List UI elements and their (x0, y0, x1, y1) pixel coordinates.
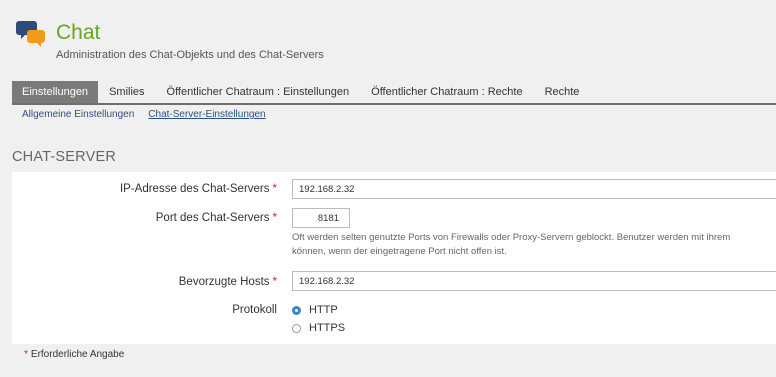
subtab-general-settings[interactable]: Allgemeine Einstellungen (22, 109, 134, 120)
sub-tabs: Allgemeine Einstellungen Chat-Server-Ein… (22, 109, 266, 120)
hosts-label: Bevorzugte Hosts * (179, 276, 277, 288)
ip-label: IP-Adresse des Chat-Servers * (120, 183, 277, 195)
tab-public-room-rights[interactable]: Öffentlicher Chatraum : Rechte (360, 81, 533, 103)
radio-https-label: HTTPS (309, 322, 346, 334)
tab-public-room-settings[interactable]: Öffentlicher Chatraum : Einstellungen (156, 81, 361, 103)
page-title: Chat (56, 21, 101, 44)
required-marker: * (272, 276, 277, 288)
radio-https-control[interactable] (292, 323, 301, 333)
subtab-chat-server-settings[interactable]: Chat-Server-Einstellungen (148, 109, 265, 120)
required-footnote-text: Erforderliche Angabe (30, 349, 125, 360)
chat-server-form: IP-Adresse des Chat-Servers* Port des Ch… (12, 172, 776, 344)
required-footnote: * Erforderliche Angabe (24, 349, 124, 360)
page-header: Chat Administration des Chat-Objekts und… (0, 0, 776, 80)
tab-rechte[interactable]: Rechte (534, 81, 591, 103)
port-hint-line-2: können, wenn der eingetragene Port nicht… (292, 246, 507, 257)
chat-bubbles-icon (16, 21, 45, 47)
port-label: Port des Chat-Servers * (156, 212, 277, 224)
port-input[interactable] (292, 208, 350, 228)
ip-label-text: IP-Adresse des Chat-Servers (119, 183, 270, 195)
tab-smilies[interactable]: Smilies (98, 81, 155, 103)
radio-https[interactable]: HTTPS (292, 322, 345, 334)
radio-http-control[interactable] (292, 305, 301, 315)
port-hint-line-1: Oft werden selten genutzte Ports von Fir… (292, 232, 731, 243)
protocol-label: Protokoll (232, 304, 277, 316)
required-marker: * (272, 212, 277, 224)
hosts-label-text: Bevorzugte Hosts (178, 276, 270, 288)
port-label-text: Port des Chat-Servers (155, 212, 270, 224)
tab-einstellungen[interactable]: Einstellungen (12, 81, 99, 103)
required-marker: * (24, 349, 28, 360)
section-title: CHAT-SERVER (12, 149, 116, 165)
required-marker: * (272, 183, 277, 195)
radio-http-label: HTTP (309, 304, 338, 316)
ip-address-input[interactable] (292, 179, 776, 199)
port-hint: Oft werden selten genutzte Ports von Fir… (292, 231, 776, 259)
preferred-hosts-input[interactable] (292, 271, 776, 291)
page-subtitle: Administration des Chat-Objekts und des … (56, 49, 324, 61)
main-tabs: Einstellungen Smilies Öffentlicher Chatr… (12, 81, 776, 105)
radio-http[interactable]: HTTP (292, 304, 338, 316)
